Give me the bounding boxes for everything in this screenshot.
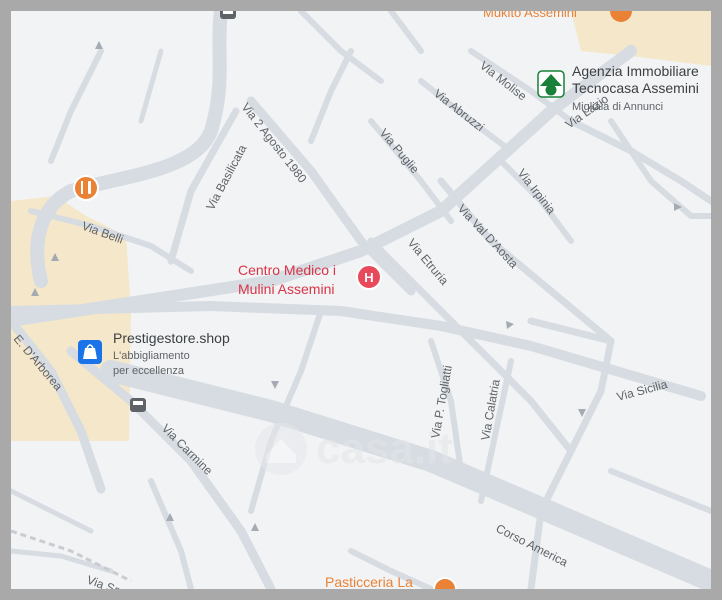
poi-tecnocasa-name-line1: Agenzia Immobiliare xyxy=(572,63,699,79)
watermark: casa.it xyxy=(255,423,453,475)
bus-icon[interactable] xyxy=(220,11,236,19)
poi-centro-medico-name-line2: Mulini Assemini xyxy=(238,281,334,297)
poi-mukito-label: Mukito Assemini xyxy=(483,11,577,20)
house-icon[interactable] xyxy=(537,70,565,98)
poi-restaurant-belli[interactable] xyxy=(73,175,99,201)
bus-icon[interactable] xyxy=(130,398,146,412)
poi-prestigestore-subtitle-line1: L'abbigliamento xyxy=(113,350,190,362)
poi-prestigestore-name: Prestigestore.shop xyxy=(113,330,230,346)
restaurant-icon[interactable] xyxy=(73,175,99,201)
shopping-bag-icon[interactable] xyxy=(78,340,102,364)
svg-text:H: H xyxy=(364,270,373,285)
poi-centro-medico-name-line1: Centro Medico i xyxy=(238,262,336,278)
poi-prestigestore-subtitle-line2: per eccellenza xyxy=(113,365,185,377)
hospital-icon[interactable]: H xyxy=(356,264,382,290)
map-frame[interactable]: casa.it Via 2 Agosto 1980 Via Basilicata… xyxy=(11,11,711,589)
poi-tecnocasa-name-line2: Tecnocasa Assemini xyxy=(572,80,699,96)
map-canvas[interactable]: casa.it Via 2 Agosto 1980 Via Basilicata… xyxy=(11,11,711,589)
poi-tecnocasa-subtitle: Migliaia di Annunci xyxy=(572,101,663,113)
poi-pasticceria-label: Pasticceria La xyxy=(325,574,413,589)
